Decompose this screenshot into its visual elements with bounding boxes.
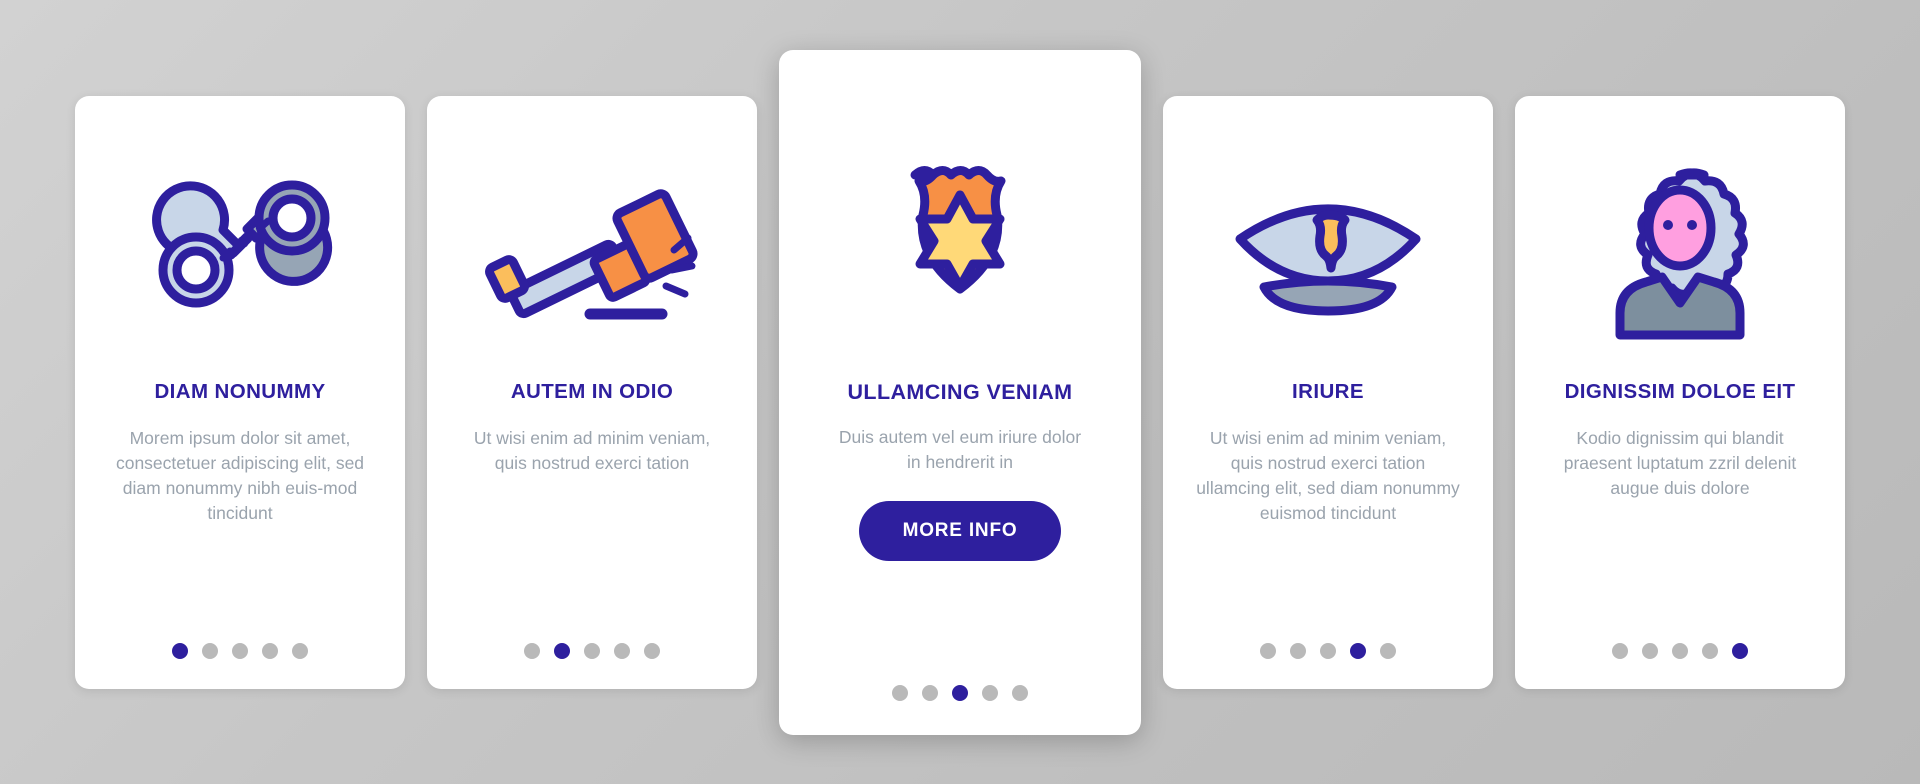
onboarding-card-5[interactable]: DIGNISSIM DOLOE EIT Kodio dignissim qui … xyxy=(1515,95,1845,689)
pagination-dot[interactable] xyxy=(524,642,540,659)
pagination-dot[interactable] xyxy=(1320,642,1336,659)
pagination-dot[interactable] xyxy=(892,684,908,701)
onboarding-card-2[interactable]: AUTEM IN ODIO Ut wisi enim ad minim veni… xyxy=(427,95,757,689)
pagination-dot[interactable] xyxy=(1642,642,1658,659)
pagination-dot[interactable] xyxy=(982,684,998,701)
onboarding-card-4[interactable]: IRIURE Ut wisi enim ad minim veniam, qui… xyxy=(1163,95,1493,689)
handcuffs-icon xyxy=(97,130,383,380)
card-title: IRIURE xyxy=(1292,379,1364,403)
gavel-icon xyxy=(449,130,735,380)
pagination-dots[interactable] xyxy=(1260,642,1396,659)
onboarding-card-1[interactable]: DIAM NONUMMY Morem ipsum dolor sit amet,… xyxy=(75,95,405,689)
pagination-dots[interactable] xyxy=(1612,642,1748,659)
pagination-dot[interactable] xyxy=(262,642,278,659)
judge-wig-icon xyxy=(1537,130,1823,380)
pagination-dot[interactable] xyxy=(584,642,600,659)
pagination-dot[interactable] xyxy=(1260,642,1276,659)
police-cap-icon xyxy=(1185,130,1471,380)
pagination-dot[interactable] xyxy=(232,642,248,659)
pagination-dot[interactable] xyxy=(172,642,188,659)
pagination-dot[interactable] xyxy=(952,684,968,701)
pagination-dots[interactable] xyxy=(524,642,660,659)
pagination-dots[interactable] xyxy=(172,642,308,659)
pagination-dot[interactable] xyxy=(922,684,938,701)
pagination-dot[interactable] xyxy=(1702,642,1718,659)
onboarding-card-3-featured[interactable]: ULLAMCING VENIAM Duis autem vel eum iriu… xyxy=(779,49,1141,735)
pagination-dot[interactable] xyxy=(1290,642,1306,659)
pagination-dots[interactable] xyxy=(892,684,1028,701)
card-title: AUTEM IN ODIO xyxy=(510,379,674,403)
card-title: DIGNISSIM DOLOE EIT xyxy=(1564,379,1796,403)
onboarding-screens-container: DIAM NONUMMY Morem ipsum dolor sit amet,… xyxy=(0,0,1920,784)
card-body-text: Morem ipsum dolor sit amet, consectetuer… xyxy=(115,428,365,523)
pagination-dot[interactable] xyxy=(1732,642,1748,659)
pagination-dot[interactable] xyxy=(1350,642,1366,659)
pagination-dot[interactable] xyxy=(1380,642,1396,659)
card-title: DIAM NONUMMY xyxy=(154,379,326,403)
pagination-dot[interactable] xyxy=(554,642,570,659)
card-body-text: Duis autem vel eum iriure dolor in hendr… xyxy=(838,427,1082,473)
pagination-dot[interactable] xyxy=(614,642,630,659)
card-body-text: Kodio dignissim qui blandit praesent lup… xyxy=(1563,428,1797,498)
card-body-text: Ut wisi enim ad minim veniam, quis nostr… xyxy=(1196,428,1460,523)
police-badge-shield-icon xyxy=(805,90,1115,380)
more-info-button[interactable]: MORE INFO xyxy=(858,500,1062,561)
pagination-dot[interactable] xyxy=(644,642,660,659)
pagination-dot[interactable] xyxy=(1672,642,1688,659)
pagination-dot[interactable] xyxy=(202,642,218,659)
card-title: ULLAMCING VENIAM xyxy=(847,379,1073,404)
pagination-dot[interactable] xyxy=(1612,642,1628,659)
pagination-dot[interactable] xyxy=(1012,684,1028,701)
card-body-text: Ut wisi enim ad minim veniam, quis nostr… xyxy=(473,428,711,473)
pagination-dot[interactable] xyxy=(292,642,308,659)
